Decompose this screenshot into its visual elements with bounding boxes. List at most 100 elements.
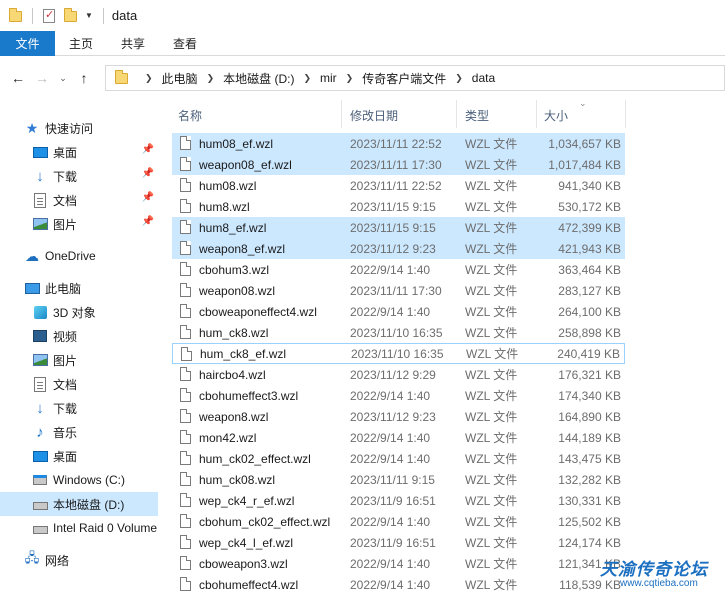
customize-toolbar-dropdown[interactable]: ▼ <box>85 11 93 20</box>
file-row[interactable]: cboweaponeffect4.wzl 2022/9/14 1:40 WZL 文件… <box>172 301 625 322</box>
file-icon <box>180 430 191 444</box>
file-date: 2023/11/9 16:51 <box>350 535 436 550</box>
file-row[interactable]: hum_ck02_effect.wzl 2022/9/14 1:40 WZL 文件 1… <box>172 448 625 469</box>
column-header-type[interactable]: 类型 <box>465 107 489 124</box>
chevron-right-icon[interactable]: ❯ <box>303 73 311 84</box>
sidebar-item-pictures-pinned[interactable]: 图片 📌 <box>0 212 158 236</box>
new-folder-icon[interactable] <box>63 7 79 24</box>
divider <box>32 7 33 24</box>
file-row[interactable]: weapon08.wzl 2023/11/11 17:30 WZL 文件 283,12… <box>172 280 625 301</box>
file-date: 2023/11/11 17:30 <box>350 283 442 298</box>
file-type: WZL 文件 <box>465 389 518 403</box>
sidebar-item-onedrive[interactable]: ☁ OneDrive <box>0 244 158 268</box>
file-row[interactable]: hum8_ef.wzl 2023/11/15 9:15 WZL 文件 472,399 … <box>172 217 625 238</box>
sidebar-item-quick-access[interactable]: ★ 快速访问 <box>0 116 158 140</box>
file-type: WZL 文件 <box>465 179 518 193</box>
file-icon <box>180 577 191 591</box>
chevron-right-icon[interactable]: ❯ <box>455 73 463 84</box>
file-icon <box>180 367 191 381</box>
column-divider[interactable] <box>625 100 626 128</box>
folder-icon[interactable] <box>8 7 24 24</box>
file-size: 176,321 KB <box>558 367 621 382</box>
file-type: WZL 文件 <box>465 515 518 529</box>
tab-home[interactable]: 主页 <box>55 31 107 56</box>
file-icon <box>180 178 191 192</box>
sidebar-item-this-pc[interactable]: 此电脑 <box>0 276 158 300</box>
chevron-right-icon[interactable]: ❯ <box>207 73 215 84</box>
sidebar-item-desktop[interactable]: 桌面 <box>0 444 158 468</box>
file-row[interactable]: hum08_ef.wzl 2023/11/11 22:52 WZL 文件 1,034,… <box>172 133 625 154</box>
breadcrumb-data[interactable]: data <box>472 71 495 85</box>
file-icon <box>180 556 191 570</box>
file-row[interactable]: mon42.wzl 2022/9/14 1:40 WZL 文件 144,189 KB <box>172 427 625 448</box>
up-arrow-icon[interactable]: ↑ <box>74 70 94 86</box>
sidebar-item-downloads[interactable]: ↓ 下载 <box>0 396 158 420</box>
tab-view[interactable]: 查看 <box>159 31 211 56</box>
file-row[interactable]: hum_ck8.wzl 2023/11/10 16:35 WZL 文件 258,898… <box>172 322 625 343</box>
file-row[interactable]: cbohumeffect3.wzl 2022/9/14 1:40 WZL 文件 174… <box>172 385 625 406</box>
breadcrumb-drive-d[interactable]: 本地磁盘 (D:) <box>223 70 294 87</box>
file-row[interactable]: wep_ck4_r_ef.wzl 2023/11/9 16:51 WZL 文件 130… <box>172 490 625 511</box>
breadcrumb-client-files[interactable]: 传奇客户端文件 <box>362 70 446 87</box>
chevron-right-icon[interactable]: ❯ <box>145 73 153 84</box>
sidebar-item-pictures[interactable]: 图片 <box>0 348 158 372</box>
sidebar-item-downloads-pinned[interactable]: ↓ 下载 📌 <box>0 164 158 188</box>
file-row[interactable]: haircbo4.wzl 2023/11/12 9:29 WZL 文件 176,321… <box>172 364 625 385</box>
file-row[interactable]: wep_ck4_l_ef.wzl 2023/11/9 16:51 WZL 文件 124… <box>172 532 625 553</box>
sidebar-item-network[interactable]: 🖧 网络 <box>0 548 158 572</box>
properties-icon[interactable] <box>41 8 57 24</box>
pin-icon[interactable]: 📌 <box>142 216 154 227</box>
download-icon: ↓ <box>36 167 44 185</box>
column-header-date[interactable]: 修改日期 <box>350 107 398 124</box>
sidebar-item-label: 下载 <box>53 169 78 184</box>
tab-share[interactable]: 共享 <box>107 31 159 56</box>
breadcrumb-this-pc[interactable]: 此电脑 <box>162 70 198 87</box>
pin-icon[interactable]: 📌 <box>142 144 154 155</box>
windows-drive-icon <box>32 472 48 488</box>
star-icon: ★ <box>25 119 39 136</box>
file-date: 2023/11/9 16:51 <box>350 493 436 508</box>
sidebar-item-music[interactable]: ♪ 音乐 <box>0 420 158 444</box>
column-header-size[interactable]: 大小 <box>544 107 568 124</box>
chevron-right-icon[interactable]: ❯ <box>346 73 354 84</box>
file-row[interactable]: cbohum3.wzl 2022/9/14 1:40 WZL 文件 363,464 K… <box>172 259 625 280</box>
sidebar-item-local-disk-d[interactable]: 本地磁盘 (D:) <box>0 492 158 516</box>
sidebar-item-windows-c[interactable]: Windows (C:) <box>0 468 158 492</box>
file-row[interactable]: cbohum_ck02_effect.wzl 2022/9/14 1:40 WZL … <box>172 511 625 532</box>
column-header-name[interactable]: 名称 <box>178 107 202 124</box>
file-row[interactable]: weapon8_ef.wzl 2023/11/12 9:23 WZL 文件 421,9… <box>172 238 625 259</box>
sidebar-item-3d-objects[interactable]: 3D 对象 <box>0 300 158 324</box>
column-divider[interactable] <box>341 100 342 128</box>
address-bar[interactable]: ❯ 此电脑 ❯ 本地磁盘 (D:) ❯ mir ❯ 传奇客户端文件 ❯ data <box>105 65 725 91</box>
file-row[interactable]: hum8.wzl 2023/11/15 9:15 WZL 文件 530,172 KB <box>172 196 625 217</box>
sidebar-item-desktop-pinned[interactable]: 桌面 📌 <box>0 140 158 164</box>
file-row[interactable]: hum_ck08.wzl 2023/11/11 9:15 WZL 文件 132,282… <box>172 469 625 490</box>
pin-icon[interactable]: 📌 <box>142 192 154 203</box>
pin-icon[interactable]: 📌 <box>142 168 154 179</box>
file-date: 2023/11/12 9:23 <box>350 241 436 256</box>
sidebar-item-intel-raid[interactable]: Intel Raid 0 Volume <box>0 516 158 540</box>
file-name: cbohum_ck02_effect.wzl <box>199 514 331 529</box>
file-row[interactable]: cbohumeffect4.wzl 2022/9/14 1:40 WZL 文件 118… <box>172 574 625 595</box>
file-name: weapon8_ef.wzl <box>199 241 286 256</box>
file-row[interactable]: weapon08_ef.wzl 2023/11/11 17:30 WZL 文件 1,0… <box>172 154 625 175</box>
file-size: 125,502 KB <box>558 514 621 529</box>
breadcrumb-mir[interactable]: mir <box>320 71 337 85</box>
sidebar-item-videos[interactable]: 视频 <box>0 324 158 348</box>
file-row[interactable]: hum_ck8_ef.wzl 2023/11/10 16:35 WZL 文件 240,… <box>172 343 625 364</box>
back-arrow-icon[interactable]: ← <box>8 70 28 86</box>
file-row[interactable]: weapon8.wzl 2023/11/12 9:23 WZL 文件 164,890 … <box>172 406 625 427</box>
file-type: WZL 文件 <box>465 326 518 340</box>
sidebar-item-documents[interactable]: 文档 <box>0 372 158 396</box>
file-date: 2023/11/11 22:52 <box>350 178 442 193</box>
sidebar-item-documents-pinned[interactable]: 文档 📌 <box>0 188 158 212</box>
column-divider[interactable] <box>456 100 457 128</box>
file-icon <box>180 136 191 150</box>
file-date: 2023/11/11 22:52 <box>350 136 442 151</box>
forward-arrow-icon[interactable]: → <box>32 70 52 86</box>
file-row[interactable]: cboweapon3.wzl 2022/9/14 1:40 WZL 文件 121,34… <box>172 553 625 574</box>
tab-file[interactable]: 文件 <box>0 31 55 56</box>
recent-locations-chevron-icon[interactable]: ⌄ <box>56 73 70 84</box>
column-divider[interactable] <box>536 100 537 128</box>
file-row[interactable]: hum08.wzl 2023/11/11 22:52 WZL 文件 941,340 K… <box>172 175 625 196</box>
